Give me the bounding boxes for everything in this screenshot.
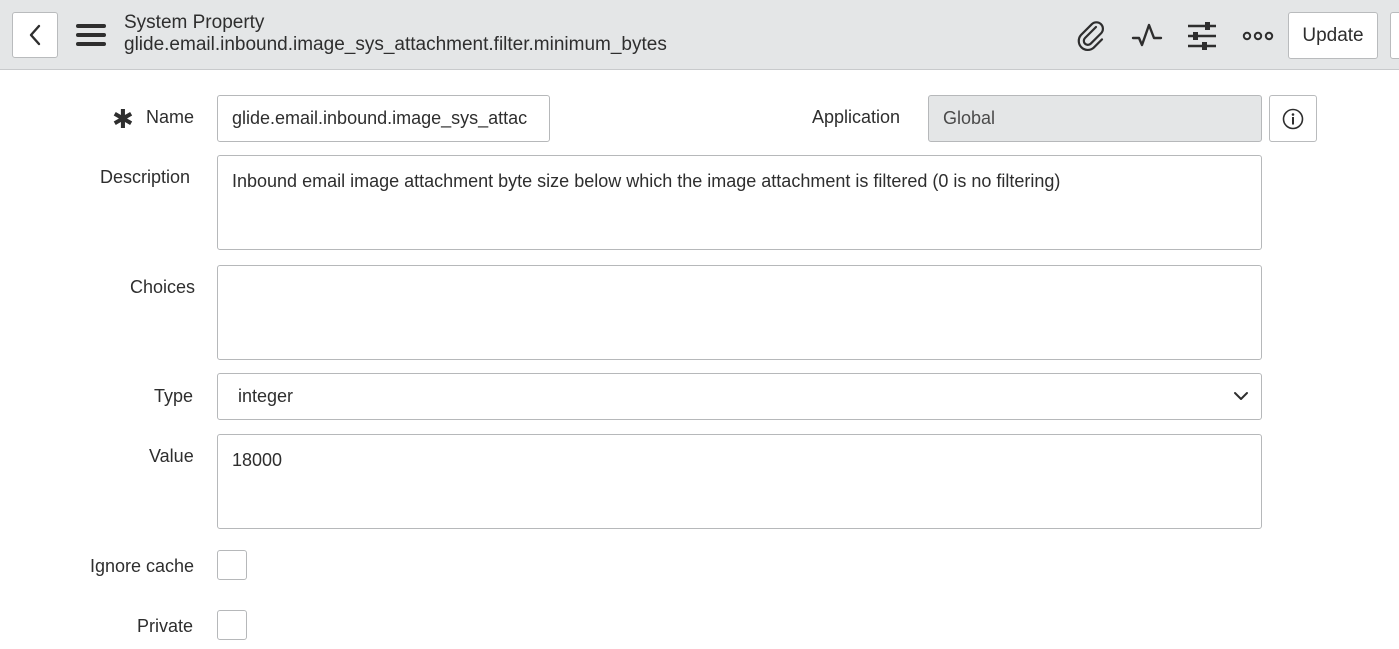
- overflow-button-edge[interactable]: [1390, 12, 1399, 59]
- page-title: System Property: [124, 12, 265, 33]
- type-select[interactable]: integer: [217, 373, 1262, 420]
- description-label: Description: [100, 167, 191, 187]
- application-label: Application: [812, 107, 901, 127]
- required-marker: ✱: [112, 104, 134, 134]
- name-label: Name: [146, 107, 195, 127]
- application-field: [928, 95, 1262, 142]
- name-input[interactable]: [217, 95, 550, 142]
- value-textarea[interactable]: 18000: [217, 434, 1262, 529]
- ignore-cache-checkbox[interactable]: [217, 550, 247, 580]
- back-icon: [29, 24, 41, 46]
- info-icon: [1282, 108, 1304, 129]
- type-label: Type: [154, 386, 194, 406]
- personalize-form-button[interactable]: [1184, 18, 1220, 54]
- private-checkbox[interactable]: [217, 610, 247, 640]
- hamburger-menu-icon[interactable]: [74, 22, 108, 48]
- paperclip-icon: [1077, 21, 1104, 51]
- record-name: glide.email.inbound.image_sys_attachment…: [124, 34, 667, 55]
- form-header: System Property glide.email.inbound.imag…: [0, 0, 1399, 70]
- description-textarea[interactable]: Inbound email image attachment byte size…: [217, 155, 1262, 250]
- value-label: Value: [149, 446, 194, 466]
- activity-stream-button[interactable]: [1129, 18, 1165, 54]
- update-button[interactable]: Update: [1288, 12, 1378, 59]
- choices-label: Choices: [130, 277, 196, 297]
- ignore-cache-label: Ignore cache: [90, 556, 195, 576]
- choices-textarea[interactable]: [217, 265, 1262, 360]
- activity-icon: [1131, 23, 1163, 47]
- application-info-button[interactable]: [1269, 95, 1317, 142]
- attachments-button[interactable]: [1073, 18, 1109, 54]
- header-title-block: System Property glide.email.inbound.imag…: [124, 12, 667, 56]
- more-options-button[interactable]: [1240, 18, 1276, 54]
- type-selected-value: integer: [238, 386, 294, 406]
- more-options-icon: [1242, 31, 1274, 41]
- private-label: Private: [137, 616, 194, 636]
- chevron-down-icon: [1234, 392, 1248, 400]
- back-button[interactable]: [12, 12, 58, 58]
- sliders-icon: [1188, 22, 1216, 50]
